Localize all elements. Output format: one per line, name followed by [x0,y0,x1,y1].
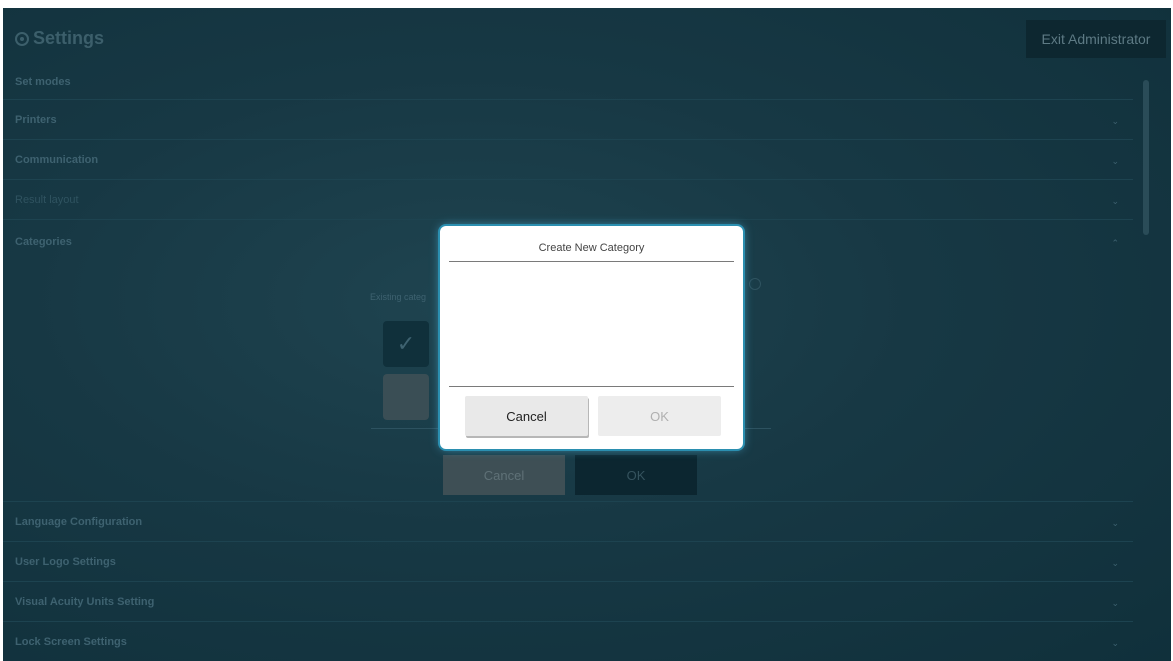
checkmark-icon: ✓ [396,331,416,356]
section-printers[interactable]: Printers ⌄ [3,100,1133,140]
section-set-modes[interactable]: Set modes [3,68,1133,100]
section-label: Lock Screen Settings [15,636,127,648]
create-category-dialog: Create New Category Cancel OK [440,226,743,449]
section-label: Language Configuration [15,516,143,528]
info-icon [749,278,761,290]
section-visual-acuity-units[interactable]: Visual Acuity Units Setting ⌄ [3,582,1133,622]
existing-categories-label: Existing categ [370,292,427,302]
page-title-text: Settings [33,28,105,48]
scrollbar[interactable] [1143,80,1149,235]
chevron-up-icon: ⌃ [1111,238,1119,248]
section-communication[interactable]: Communication ⌄ [3,140,1133,180]
section-label: User Logo Settings [15,556,116,568]
dialog-title: Create New Category [538,242,645,254]
chevron-down-icon: ⌄ [1111,116,1119,126]
section-label: Categories [15,236,72,248]
chevron-down-icon: ⌄ [1111,518,1119,528]
chevron-down-icon: ⌄ [1111,196,1119,206]
dialog-ok-button[interactable]: OK [598,396,721,436]
header: Settings Exit Administrator [3,8,1171,68]
section-label: Printers [15,114,57,126]
categories-cancel-button[interactable]: Cancel [443,455,565,495]
section-lock-screen-settings[interactable]: Lock Screen Settings ⌄ [3,622,1133,661]
category-checkbox-checked[interactable]: ✓ [383,321,429,367]
categories-ok-button[interactable]: OK [575,455,697,495]
exit-administrator-button[interactable]: Exit Administrator [1026,20,1166,58]
dialog-divider-bottom [449,386,734,387]
chevron-down-icon: ⌄ [1111,558,1119,568]
chevron-down-icon: ⌄ [1111,156,1119,166]
dialog-cancel-button[interactable]: Cancel [465,396,588,436]
chevron-down-icon: ⌄ [1111,638,1119,648]
category-checkbox[interactable] [383,374,429,420]
section-result-layout[interactable]: Result layout ⌄ [3,180,1133,220]
section-label: Communication [15,154,99,166]
section-label: Result layout [15,194,79,206]
dialog-divider-top [449,261,734,262]
section-label: Visual Acuity Units Setting [15,596,155,608]
page-title: Settings [15,28,104,49]
gear-icon [15,31,29,46]
chevron-down-icon: ⌄ [1111,598,1119,608]
section-label: Set modes [15,76,71,88]
section-language-configuration[interactable]: Language Configuration ⌄ [3,502,1133,542]
section-user-logo-settings[interactable]: User Logo Settings ⌄ [3,542,1133,582]
